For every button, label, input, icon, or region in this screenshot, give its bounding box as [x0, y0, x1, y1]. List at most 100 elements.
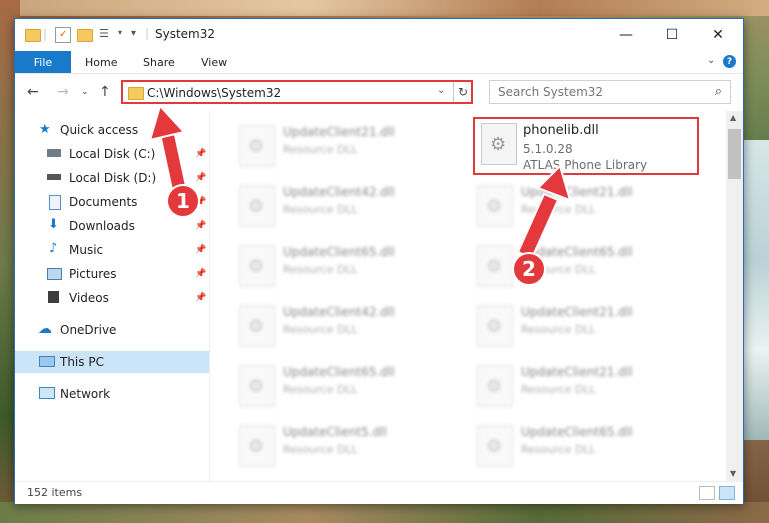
sidebar-item-pictures[interactable]: Pictures 📌 — [15, 263, 209, 285]
status-bar: 152 items — [15, 481, 743, 504]
tab-file[interactable]: File — [15, 51, 71, 73]
file-item[interactable]: UpdateClient5.dll Resource DLL — [231, 419, 451, 473]
customize-view-icon[interactable]: ☰ — [99, 27, 113, 41]
folder-icon — [25, 29, 41, 42]
sidebar-item-label: Network — [60, 387, 111, 401]
dll-file-icon — [239, 185, 275, 227]
dll-file-icon — [239, 125, 275, 167]
vertical-scrollbar[interactable]: ▲ ▼ — [726, 111, 743, 483]
file-explorer-window: | ✓ ☰ ▾ ▾ | System32 — ☐ ✕ File Home Sha… — [14, 18, 744, 504]
dll-file-icon — [477, 305, 513, 347]
dll-file-icon — [239, 245, 275, 287]
file-type: Resource DLL — [521, 383, 596, 396]
details-view-icon[interactable] — [699, 486, 715, 500]
file-item[interactable]: UpdateClient65.dll Resource DLL — [469, 419, 689, 473]
tab-view[interactable]: View — [201, 51, 227, 73]
sidebar-item-label: Downloads — [69, 219, 135, 233]
file-type: Resource DLL — [521, 203, 596, 216]
pin-icon[interactable]: 📌 — [195, 149, 206, 159]
sidebar-item-network[interactable]: Network — [15, 383, 209, 405]
scroll-up-icon[interactable]: ▲ — [730, 113, 736, 122]
scrollbar-thumb[interactable] — [728, 129, 741, 179]
separator: | — [145, 26, 150, 40]
search-input[interactable] — [496, 84, 700, 100]
file-item[interactable]: UpdateClient21.dll Resource DLL — [469, 359, 689, 413]
tab-home[interactable]: Home — [85, 51, 117, 73]
file-name: UpdateClient21.dll — [283, 125, 395, 139]
file-item[interactable]: UpdateClient65.dll Resource DLL — [231, 239, 451, 293]
dll-file-icon — [239, 305, 275, 347]
up-arrow-icon[interactable]: ↑ — [99, 84, 111, 100]
navigation-pane: ★ Quick access Local Disk (C:) 📌 Local D… — [15, 111, 210, 483]
sidebar-item-label: Documents — [69, 195, 138, 209]
dll-file-icon — [477, 365, 513, 407]
properties-icon[interactable]: ✓ — [55, 27, 71, 43]
file-item[interactable]: UpdateClient42.dll Resource DLL — [231, 299, 451, 353]
file-item[interactable]: UpdateClient21.dll Resource DLL — [469, 179, 689, 233]
maximize-button[interactable]: ☐ — [649, 19, 695, 51]
file-item[interactable]: UpdateClient65.dll Resource DLL — [469, 239, 689, 293]
help-icon[interactable]: ? — [723, 55, 736, 68]
desktop-background-top — [0, 0, 769, 16]
refresh-icon[interactable]: ↻ — [453, 82, 472, 102]
file-item[interactable]: UpdateClient21.dll Resource DLL — [231, 119, 451, 173]
sidebar-item-music[interactable]: ♪ Music 📌 — [15, 239, 209, 261]
file-item[interactable]: UpdateClient21.dll Resource DLL — [469, 299, 689, 353]
sidebar-item-label: Quick access — [60, 123, 139, 137]
sidebar-item-local-disk-c[interactable]: Local Disk (C:) 📌 — [15, 143, 209, 165]
search-box[interactable]: ⌕ — [489, 80, 731, 104]
sidebar-item-label: Pictures — [69, 267, 117, 281]
sidebar-item-videos[interactable]: Videos 📌 — [15, 287, 209, 309]
dll-file-icon — [239, 365, 275, 407]
address-path[interactable]: C:\Windows\System32 — [147, 86, 281, 100]
file-item[interactable]: UpdateClient65.dll Resource DLL — [231, 359, 451, 413]
chevron-down-icon[interactable]: ⌄ — [437, 85, 445, 96]
sidebar-item-label: This PC — [60, 355, 104, 369]
file-list: UpdateClient21.dll Resource DLL UpdateCl… — [211, 111, 725, 483]
videos-icon — [48, 291, 59, 303]
minimize-button[interactable]: — — [603, 19, 649, 51]
sidebar-item-onedrive[interactable]: ☁ OneDrive — [15, 319, 209, 341]
file-item[interactable]: UpdateClient42.dll Resource DLL — [231, 179, 451, 233]
large-icons-view-icon[interactable] — [719, 486, 735, 500]
file-name: UpdateClient65.dll — [283, 365, 395, 379]
pin-icon[interactable]: 📌 — [195, 221, 206, 231]
back-arrow-icon[interactable]: ← — [27, 84, 39, 100]
pin-icon[interactable]: 📌 — [195, 269, 206, 279]
scroll-down-icon[interactable]: ▼ — [730, 469, 736, 478]
close-button[interactable]: ✕ — [695, 19, 741, 51]
dll-file-icon — [239, 425, 275, 467]
new-folder-icon[interactable] — [77, 29, 93, 42]
customize-toolbar-icon[interactable]: ▾ — [131, 28, 136, 39]
file-name: UpdateClient42.dll — [283, 305, 395, 319]
expand-ribbon-icon[interactable]: ⌄ — [707, 55, 715, 66]
network-icon — [39, 387, 55, 399]
sidebar-item-label: Local Disk (C:) — [69, 147, 156, 161]
sidebar-item-downloads[interactable]: ⬇ Downloads 📌 — [15, 215, 209, 237]
file-name: UpdateClient5.dll — [283, 425, 387, 439]
pin-icon[interactable]: 📌 — [195, 245, 206, 255]
file-item-phonelib[interactable]: phonelib.dll 5.1.0.28 ATLAS Phone Librar… — [473, 117, 699, 175]
file-type: Resource DLL — [283, 443, 358, 456]
chevron-down-icon[interactable]: ▾ — [118, 28, 122, 37]
pin-icon[interactable]: 📌 — [195, 173, 206, 183]
sidebar-item-this-pc[interactable]: This PC — [15, 351, 209, 373]
file-type: Resource DLL — [283, 263, 358, 276]
sidebar-item-label: OneDrive — [60, 323, 117, 337]
file-name: UpdateClient21.dll — [521, 305, 633, 319]
dll-file-icon — [477, 245, 513, 287]
recent-locations-chevron-icon[interactable]: ⌄ — [81, 87, 89, 97]
file-name: UpdateClient21.dll — [521, 185, 633, 199]
file-name: UpdateClient65.dll — [521, 425, 633, 439]
address-bar[interactable]: C:\Windows\System32 ⌄ ↻ — [121, 80, 473, 104]
pin-icon[interactable]: 📌 — [195, 293, 206, 303]
tab-share[interactable]: Share — [143, 51, 175, 73]
search-icon[interactable]: ⌕ — [715, 84, 722, 99]
forward-arrow-icon[interactable]: → — [57, 84, 69, 100]
step-1-badge: 1 — [166, 184, 200, 218]
documents-icon — [49, 195, 61, 210]
star-icon: ★ — [39, 122, 51, 137]
ribbon-tabs: File Home Share View ⌄ ? — [15, 51, 743, 74]
sidebar-item-quick-access[interactable]: ★ Quick access — [15, 119, 209, 141]
file-type: Resource DLL — [521, 323, 596, 336]
